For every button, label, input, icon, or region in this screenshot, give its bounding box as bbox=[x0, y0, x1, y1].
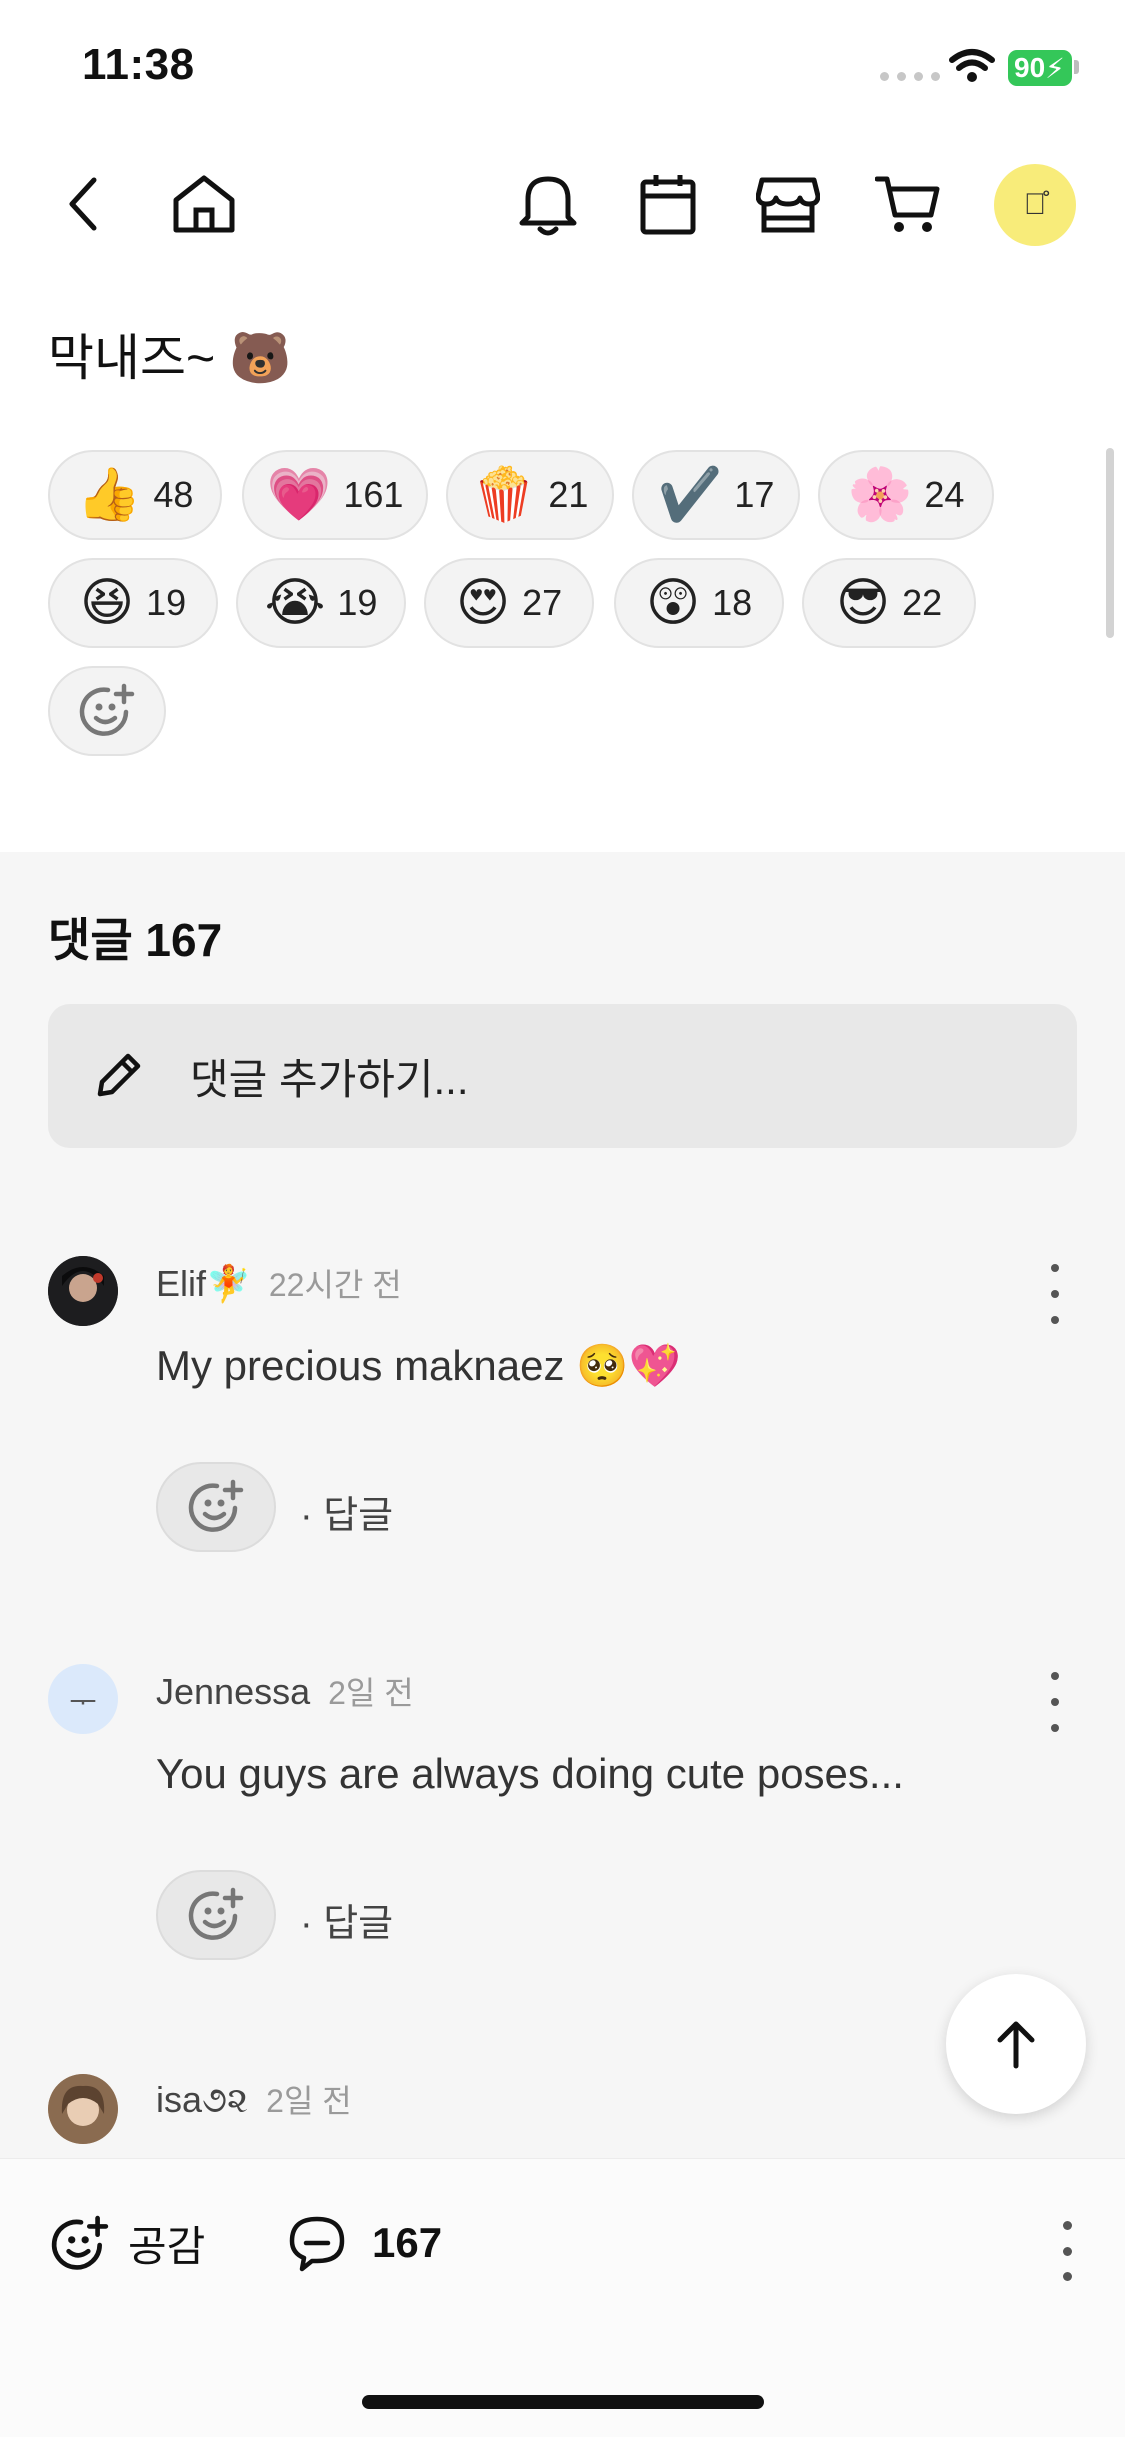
comment-bubble-icon bbox=[289, 2216, 345, 2272]
profile-avatar-glyph: ᅮ̊ bbox=[1023, 188, 1047, 221]
cellular-signal-icon bbox=[880, 72, 940, 81]
reaction-count: 19 bbox=[337, 582, 378, 623]
flower-icon: 🌸 bbox=[847, 466, 913, 524]
comment-author[interactable]: isa૭૨ 2일 전 bbox=[156, 2076, 352, 2122]
shop-button[interactable] bbox=[748, 164, 828, 244]
comment-time: 2일 전 bbox=[266, 2083, 352, 2119]
reaction-count: 21 bbox=[548, 474, 589, 515]
notifications-button[interactable] bbox=[508, 164, 588, 244]
more-options-button[interactable] bbox=[1052, 2221, 1082, 2281]
reply-button[interactable]: · 답글 bbox=[300, 1892, 393, 1947]
add-comment-placeholder: 댓글 추가하기... bbox=[190, 1055, 469, 1103]
sunglasses-face-icon: 😎 bbox=[835, 574, 891, 632]
wifi-icon bbox=[949, 49, 995, 82]
scroll-to-top-button[interactable] bbox=[946, 1974, 1086, 2114]
comment-author[interactable]: Elif🧚 22시간 전 bbox=[156, 1260, 402, 1306]
reaction-chip-popcorn[interactable]: 🍿 21 bbox=[446, 450, 614, 540]
check-icon: ✔️ bbox=[657, 466, 723, 524]
cart-icon bbox=[875, 176, 940, 232]
comment-react-button[interactable] bbox=[156, 1462, 276, 1552]
cart-button[interactable] bbox=[868, 164, 948, 244]
add-reaction-button[interactable] bbox=[48, 666, 166, 756]
heart-icon: 💗 bbox=[266, 466, 332, 524]
reaction-count: 48 bbox=[153, 474, 194, 515]
reaction-count: 27 bbox=[522, 582, 563, 623]
store-icon bbox=[756, 177, 820, 233]
arrow-up-icon bbox=[997, 2021, 1035, 2069]
status-bar: 11:38 90 ⚡ bbox=[0, 0, 1125, 130]
profile-avatar[interactable]: ᅮ̊ bbox=[994, 164, 1076, 246]
comment-time: 22시간 전 bbox=[268, 1267, 402, 1303]
home-button[interactable] bbox=[164, 164, 244, 244]
reaction-count: 24 bbox=[924, 474, 965, 515]
reaction-chip-cool[interactable]: 😎 22 bbox=[802, 558, 976, 648]
bell-icon bbox=[519, 176, 577, 236]
add-comment-field[interactable]: 댓글 추가하기... bbox=[48, 1004, 1077, 1148]
comment-text: My precious maknaez 🥺💖 bbox=[156, 1342, 681, 1389]
reaction-chip-heart[interactable]: 💗 161 bbox=[242, 450, 428, 540]
comments-section: 댓글 167 댓글 추가하기... Elif🧚 22시간 전 My preciou… bbox=[0, 852, 1125, 2158]
reaction-chip-thumbs-up[interactable]: 👍 48 bbox=[48, 450, 222, 540]
battery-cap bbox=[1074, 60, 1079, 74]
add-reaction-icon bbox=[79, 683, 135, 736]
comment-author-name: Jennessa bbox=[156, 1671, 311, 1712]
avatar[interactable] bbox=[48, 1256, 118, 1326]
like-button[interactable]: 공감 bbox=[50, 2213, 205, 2274]
comment-count: 167 bbox=[372, 2219, 443, 2266]
chevron-left-icon bbox=[69, 177, 97, 231]
reply-button[interactable]: · 답글 bbox=[300, 1484, 393, 1539]
heart-eyes-icon: 😍 bbox=[455, 574, 511, 632]
comment-author-name: isa૭૨ bbox=[156, 2079, 249, 2120]
home-icon bbox=[173, 175, 235, 233]
reaction-count: 161 bbox=[343, 474, 404, 515]
reaction-count: 17 bbox=[734, 474, 775, 515]
add-reaction-icon bbox=[188, 1479, 244, 1532]
surprised-face-icon: 😲 bbox=[645, 574, 701, 632]
popcorn-icon: 🍿 bbox=[471, 466, 537, 524]
crying-face-icon: 😭 bbox=[264, 574, 326, 632]
reaction-chip-crying[interactable]: 😭 19 bbox=[236, 558, 406, 648]
pencil-icon bbox=[88, 1046, 148, 1106]
comment-more-button[interactable] bbox=[1040, 1672, 1070, 1732]
back-button[interactable] bbox=[44, 164, 124, 244]
comment-more-button[interactable] bbox=[1040, 1264, 1070, 1324]
reaction-count: 19 bbox=[146, 582, 187, 623]
battery-indicator: 90 ⚡ bbox=[1008, 50, 1072, 86]
reaction-chip-flower[interactable]: 🌸 24 bbox=[818, 450, 994, 540]
add-reaction-icon bbox=[188, 1887, 244, 1940]
home-indicator bbox=[362, 2395, 764, 2409]
bottom-action-bar: 공감 167 bbox=[0, 2158, 1125, 2437]
like-label: 공감 bbox=[128, 2223, 206, 2270]
scrollbar[interactable] bbox=[1106, 448, 1114, 638]
calendar-button[interactable] bbox=[628, 164, 708, 244]
post-title: 막내즈~ 🐻 bbox=[48, 330, 292, 386]
comments-button[interactable]: 167 bbox=[284, 2213, 442, 2273]
comment-time: 2일 전 bbox=[328, 1675, 414, 1711]
battery-level: 90 bbox=[1014, 52, 1046, 83]
comment-react-button[interactable] bbox=[156, 1870, 276, 1960]
comment-author-name: Elif🧚 bbox=[156, 1263, 251, 1304]
calendar-icon bbox=[640, 175, 696, 235]
comments-header: 댓글 167 bbox=[48, 914, 223, 966]
reaction-chip-heart-eyes[interactable]: 😍 27 bbox=[424, 558, 594, 648]
reaction-chip-check[interactable]: ✔️ 17 bbox=[632, 450, 800, 540]
comment-text: You guys are always doing cute poses... bbox=[156, 1750, 904, 1797]
avatar[interactable] bbox=[48, 2074, 118, 2144]
status-time: 11:38 bbox=[82, 40, 195, 89]
reaction-chip-surprised[interactable]: 😲 18 bbox=[614, 558, 784, 648]
laughing-face-icon: 😆 bbox=[79, 574, 135, 632]
thumbs-up-icon: 👍 bbox=[76, 466, 142, 524]
add-reaction-icon bbox=[51, 2215, 109, 2270]
reaction-count: 22 bbox=[902, 582, 943, 623]
comment-author[interactable]: Jennessa 2일 전 bbox=[156, 1668, 414, 1714]
reaction-chip-laugh[interactable]: 😆 19 bbox=[48, 558, 218, 648]
avatar[interactable]: ᅮ bbox=[48, 1664, 118, 1734]
reaction-count: 18 bbox=[712, 582, 753, 623]
